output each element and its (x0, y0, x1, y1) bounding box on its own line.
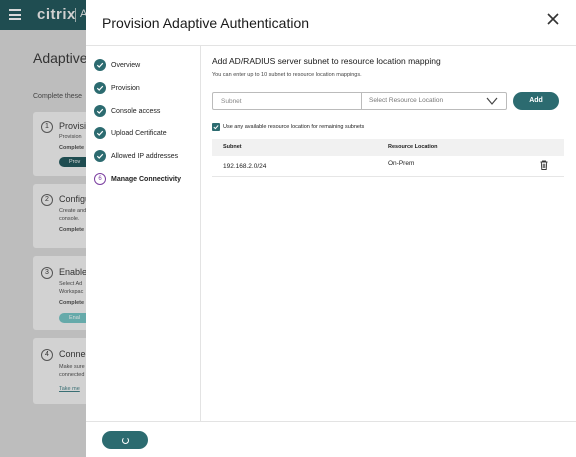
add-button[interactable]: Add (513, 92, 559, 110)
setup-card-2: 2 Configu Create and console. Complete (33, 184, 93, 248)
check-icon (94, 150, 106, 162)
setup-card-3: 3 Enable Select Ad Workspac Complete Ena… (33, 256, 99, 330)
page-subtitle: Complete these (33, 93, 83, 100)
subnet-mapping-table: Subnet Resource Location 192.168.2.0/24 … (212, 139, 564, 177)
step-number: 2 (41, 194, 53, 206)
step-number: 3 (41, 267, 53, 279)
card-text: console. (59, 216, 80, 222)
checkbox-label: Use any available resource location for … (223, 124, 365, 130)
subnet-cell: 192.168.2.0/24 (223, 163, 267, 170)
provision-modal: Provision Adaptive Authentication Overvi… (86, 0, 576, 457)
section-help-text: You can enter up to 10 subnet to resourc… (212, 72, 362, 78)
subnet-input[interactable] (212, 92, 362, 110)
card-status: Complete (59, 227, 85, 233)
card-text: Create and (59, 208, 87, 214)
column-header-subnet: Subnet (223, 144, 242, 150)
step-provision[interactable]: Provision (94, 80, 140, 96)
citrix-logo: citrix (37, 6, 76, 23)
section-title: Add AD/RADIUS server subnet to resource … (212, 56, 441, 66)
step-number: 4 (41, 349, 53, 361)
step-manage-connectivity[interactable]: 6 Manage Connectivity (94, 171, 181, 187)
select-placeholder: Select Resource Location (369, 97, 444, 104)
step-console-access[interactable]: Console access (94, 103, 160, 119)
card-link[interactable]: Take me (59, 386, 80, 392)
footer-divider (86, 421, 576, 422)
chevron-down-icon (486, 97, 498, 105)
check-icon (94, 59, 106, 71)
setup-card-1: 1 Provisi Provision Complete Prov (33, 112, 99, 176)
step-number: 1 (41, 121, 53, 133)
use-any-location-checkbox[interactable]: Use any available resource location for … (212, 123, 364, 131)
step-overview[interactable]: Overview (94, 57, 140, 73)
resource-location-cell: On-Prem (388, 160, 415, 167)
step-upload-certificate[interactable]: Upload Certificate (94, 125, 167, 141)
step-label: Overview (111, 61, 141, 69)
checkbox-checked-icon[interactable] (212, 123, 220, 131)
card-text: Make sure (59, 364, 85, 370)
table-header: Subnet Resource Location (212, 139, 564, 156)
card-title: Provisi (59, 121, 87, 131)
step-allowed-ip-addresses[interactable]: Allowed IP addresses (94, 148, 178, 164)
card-text: connected (59, 372, 85, 378)
step-label: Console access (111, 107, 161, 115)
step-number-badge: 6 (94, 173, 106, 185)
setup-card-4: 4 Connec Make sure connected Take me (33, 338, 93, 404)
card-text: Select Ad (59, 281, 83, 287)
trash-icon[interactable] (538, 159, 550, 171)
card-text: Provision (59, 134, 82, 140)
resource-location-select[interactable]: Select Resource Location (362, 92, 507, 110)
loading-spinner-icon (121, 436, 129, 444)
close-icon[interactable] (545, 11, 561, 27)
check-icon (94, 82, 106, 94)
card-status: Complete (59, 300, 85, 306)
step-label: Manage Connectivity (111, 175, 182, 183)
card-title: Enable (59, 267, 88, 277)
check-icon (94, 105, 106, 117)
hamburger-menu-icon[interactable] (9, 9, 21, 20)
card-text: Workspac (59, 289, 84, 295)
step-label: Allowed IP addresses (111, 152, 179, 160)
column-header-resource-location: Resource Location (388, 144, 438, 150)
submit-button-loading[interactable] (102, 431, 148, 449)
step-label: Provision (111, 84, 140, 92)
check-icon (94, 127, 106, 139)
table-row: 192.168.2.0/24 On-Prem (212, 156, 564, 177)
wizard-stepper: Overview Provision Console access Upload… (86, 46, 201, 422)
logo-divider (75, 8, 76, 22)
step-label: Upload Certificate (111, 129, 167, 137)
modal-title: Provision Adaptive Authentication (102, 15, 310, 31)
card-status: Complete (59, 145, 85, 151)
